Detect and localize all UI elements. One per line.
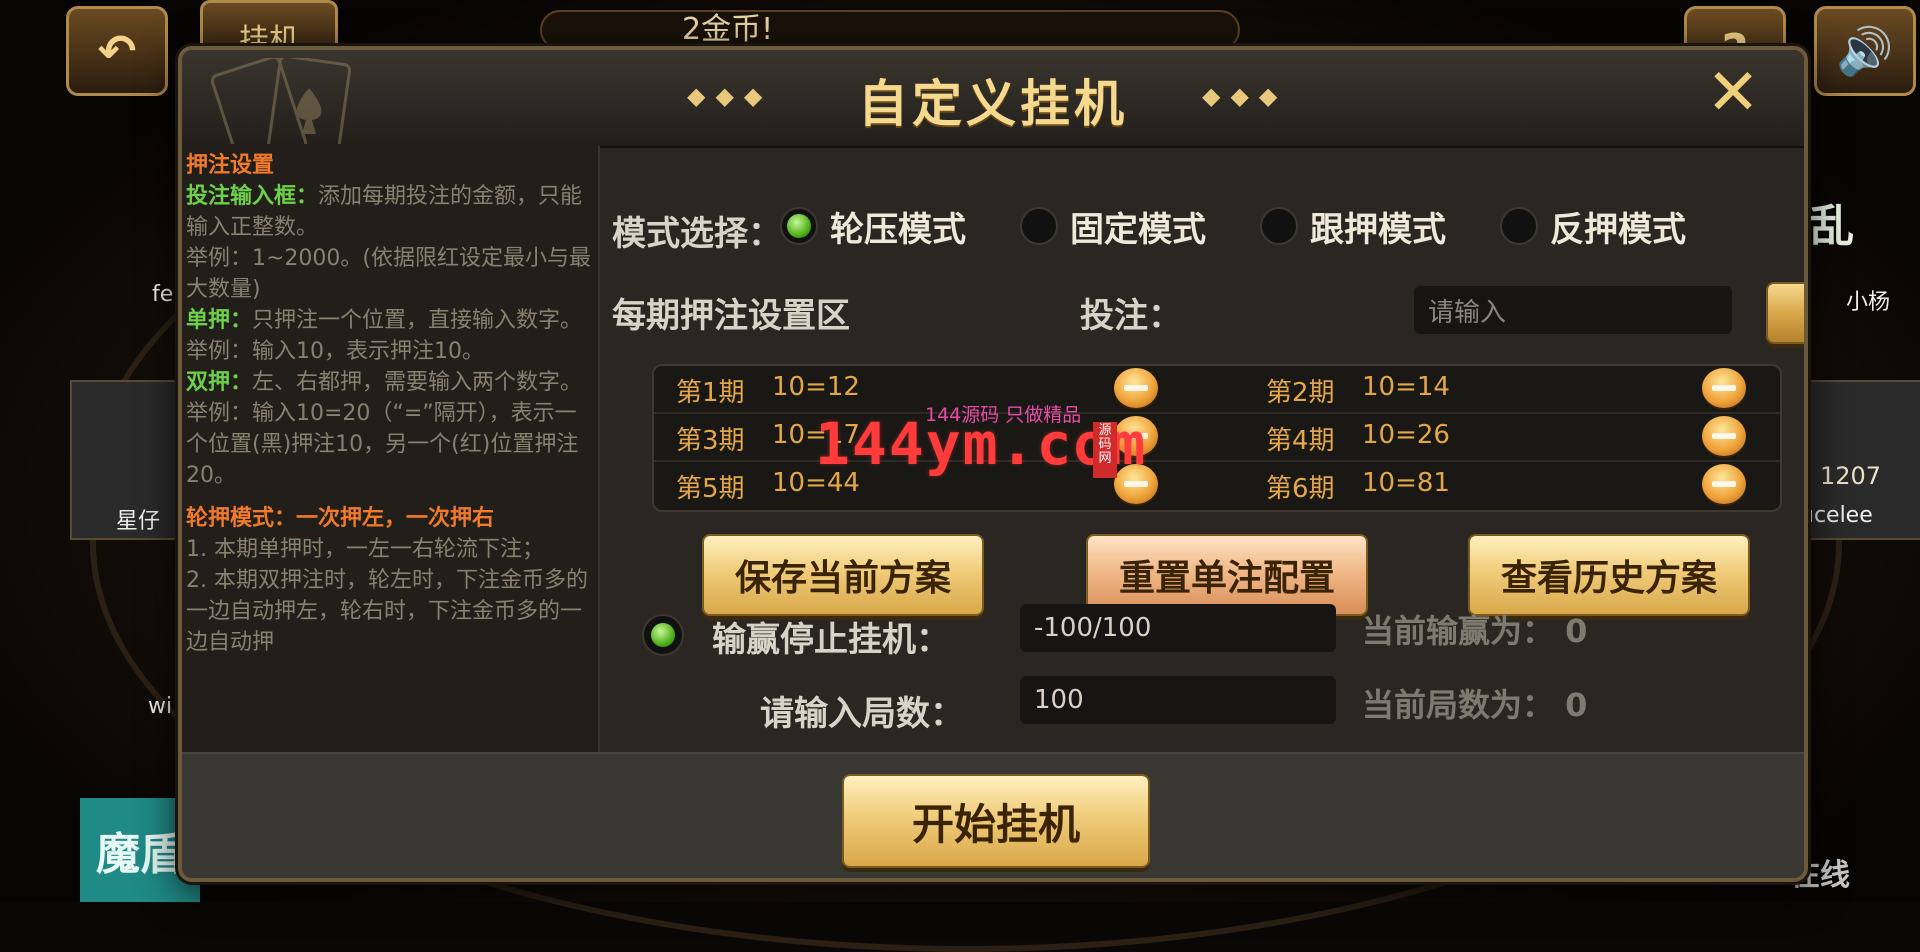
help-heading: 轮押模式：一次押左，一次押右 — [186, 506, 495, 531]
save-plan-button[interactable]: 保存当前方案 — [702, 534, 984, 616]
help-term: 单押： — [186, 308, 253, 333]
settings-area: 模式选择： 轮压模式 固定模式 跟押模式 反押模式 每期押注设置区 投注： 请输… — [602, 146, 1804, 752]
help-paragraph: 举例：1~2000。(依据限红设定最小与最大数量) — [186, 243, 592, 305]
help-paragraph: 押注设置 — [186, 150, 592, 181]
mode-label: 模式选择： — [612, 214, 782, 254]
remove-icon[interactable] — [1114, 416, 1158, 456]
start-autoplay-button[interactable]: 开始挂机 — [842, 774, 1150, 868]
help-panel[interactable]: 押注设置投注输入框：添加每期投注的金额，只能输入正整数。 举例：1~2000。(依… — [182, 146, 600, 752]
help-paragraph: 2. 本期双押注时，轮左时，下注金币多的一边自动押左，轮右时，下注金币多的一边自… — [186, 565, 592, 658]
mode-option-fixed[interactable]: 固定模式 — [1020, 206, 1206, 250]
stop-limit-input[interactable]: -100/100 — [1020, 604, 1336, 652]
radio-button[interactable] — [1020, 207, 1058, 245]
help-paragraph: 举例：输入10，表示押注10。 — [186, 336, 592, 367]
player-name: wi — [148, 694, 173, 719]
help-heading: 押注设置 — [186, 153, 275, 178]
announcement-marquee: 2金币! — [540, 10, 1240, 50]
help-text: 左、右都押，需要输入两个数字。 — [252, 370, 583, 395]
player-tag: 乱 — [1810, 201, 1854, 252]
dialog-footer: 开始挂机 — [182, 752, 1804, 878]
period-label: 第5期 — [676, 474, 745, 504]
player-name: 星仔 — [116, 509, 161, 534]
help-text: 举例：1~2000。(依据限红设定最小与最大数量) — [186, 246, 592, 302]
sound-button[interactable]: 🔊 — [1814, 6, 1916, 96]
mode-option-follow[interactable]: 跟押模式 — [1260, 206, 1446, 250]
table-row: 第3期 10=17 第4期 10=26 — [654, 414, 1780, 462]
period-label: 第1期 — [676, 378, 745, 408]
table-row: 第5期 10=44 第6期 10=81 — [654, 462, 1780, 508]
help-paragraph: 单押：只押注一个位置，直接输入数字。 — [186, 305, 592, 336]
current-rounds: 当前局数为： 0 — [1362, 686, 1588, 724]
remove-icon[interactable] — [1702, 464, 1746, 504]
period-value: 10=12 — [772, 372, 860, 402]
bet-area-label: 每期押注设置区 — [612, 296, 850, 336]
help-spacer — [186, 491, 592, 503]
help-text: 举例：输入10，表示押注10。 — [186, 339, 484, 364]
player-badge: 1207 — [1820, 462, 1882, 490]
period-value: 10=17 — [772, 420, 860, 450]
remove-icon[interactable] — [1114, 368, 1158, 408]
help-text: 举例：输入10=20（“=”隔开），表示一个位置(黑)押注10，另一个(红)位置… — [186, 401, 579, 488]
help-paragraph: 双押：左、右都押，需要输入两个数字。 — [186, 367, 592, 398]
radio-button[interactable] — [1260, 207, 1298, 245]
help-term: 双押： — [186, 370, 253, 395]
title-decoration-right: ◆◆◆ — [1202, 82, 1288, 110]
help-text: 2. 本期双押注时，轮左时，下注金币多的一边自动押左，轮右时，下注金币多的一边自… — [186, 568, 588, 655]
add-bet-button[interactable]: 添加 — [1766, 282, 1804, 344]
remove-icon[interactable] — [1702, 416, 1746, 456]
help-term: 投注输入框： — [186, 184, 319, 209]
stop-label: 输赢停止挂机： — [712, 620, 950, 660]
mode-option-rotate[interactable]: 轮压模式 — [780, 206, 966, 250]
player-name: fe — [152, 282, 174, 307]
dialog-title: 自定义挂机 — [858, 75, 1128, 133]
help-paragraph: 举例：输入10=20（“=”隔开），表示一个位置(黑)押注10，另一个(红)位置… — [186, 398, 592, 491]
table-row: 第1期 10=12 第2期 10=14 — [654, 366, 1780, 414]
remove-icon[interactable] — [1114, 464, 1158, 504]
close-icon: ✕ — [1706, 56, 1760, 130]
custom-autoplay-dialog: ◆◆◆ 自定义挂机 ◆◆◆ ✕ 押注设置投注输入框：添加每期投注的金额，只能输入… — [178, 46, 1808, 882]
mode-option-reverse[interactable]: 反押模式 — [1500, 206, 1686, 250]
help-text: 1. 本期单押时，一左一右轮流下注； — [186, 537, 544, 562]
rounds-input[interactable]: 100 — [1020, 676, 1336, 724]
help-paragraph: 1. 本期单押时，一左一右轮流下注； — [186, 534, 592, 565]
radio-selected-dot — [787, 214, 811, 238]
stop-toggle[interactable] — [642, 614, 684, 656]
period-label: 第3期 — [676, 426, 745, 456]
period-value: 10=44 — [772, 468, 860, 498]
period-label: 第2期 — [1266, 378, 1335, 408]
bet-label: 投注： — [1080, 296, 1182, 336]
bet-schedule-list[interactable]: 第1期 10=12 第2期 10=14 第3期 10=17 第4期 10=26 … — [652, 364, 1782, 512]
back-button[interactable]: ↶ — [66, 6, 168, 96]
player-name: ucelee — [1800, 503, 1873, 528]
dialog-header: ◆◆◆ 自定义挂机 ◆◆◆ ✕ — [182, 50, 1804, 148]
remove-icon[interactable] — [1702, 368, 1746, 408]
back-arrow-icon: ↶ — [97, 24, 137, 78]
rounds-label: 请输入局数： — [760, 694, 964, 734]
close-button[interactable]: ✕ — [1700, 61, 1766, 128]
current-win-loss: 当前输赢为： 0 — [1362, 612, 1588, 650]
help-text: 只押注一个位置，直接输入数字。 — [252, 308, 583, 333]
period-value: 10=26 — [1362, 420, 1450, 450]
radio-button[interactable] — [780, 207, 818, 245]
period-value: 10=81 — [1362, 468, 1450, 498]
help-paragraph: 投注输入框：添加每期投注的金额，只能输入正整数。 — [186, 181, 592, 243]
radio-button[interactable] — [1500, 207, 1538, 245]
history-plan-button[interactable]: 查看历史方案 — [1468, 534, 1750, 616]
speaker-icon: 🔊 — [1836, 23, 1894, 78]
player-name: 小杨 — [1846, 290, 1891, 315]
period-label: 第6期 — [1266, 474, 1335, 504]
bet-input[interactable]: 请输入 — [1414, 286, 1732, 334]
radio-selected-dot — [651, 623, 675, 647]
period-value: 10=14 — [1362, 372, 1450, 402]
help-paragraph: 轮押模式：一次押左，一次押右 — [186, 503, 592, 534]
period-label: 第4期 — [1266, 426, 1335, 456]
